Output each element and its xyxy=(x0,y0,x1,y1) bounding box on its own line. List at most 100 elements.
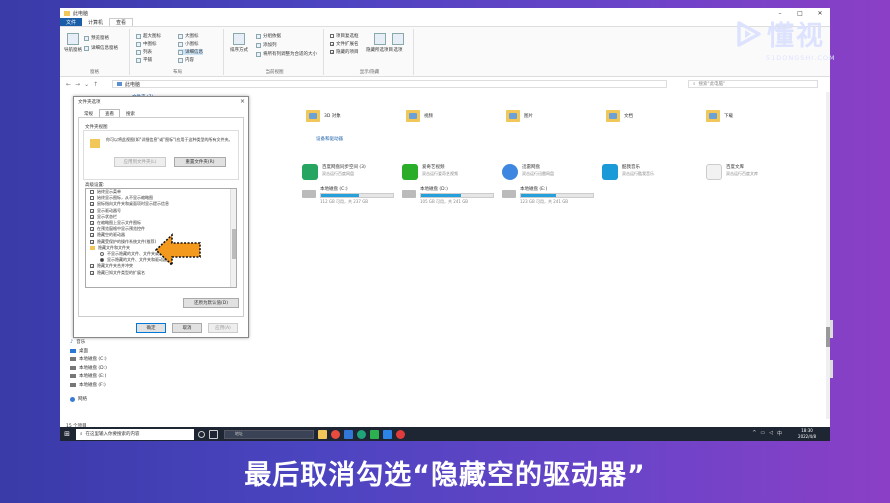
app-item[interactable]: 迅雷网盘 双击运行迅雷网盘 xyxy=(502,164,554,180)
nav-item-drive-c[interactable]: 本地磁盘 (C:) xyxy=(70,355,130,364)
layout-item[interactable]: 大图标 xyxy=(178,33,199,39)
layout-item[interactable]: 内容 xyxy=(178,57,194,63)
layout-item[interactable]: 小图标 xyxy=(178,41,199,47)
item-checkboxes-toggle[interactable]: 项目复选框 xyxy=(330,33,359,39)
ok-button[interactable]: 确定 xyxy=(136,323,166,333)
screen: 此电脑 – □ ✕ 文件 计算机 查看 导航窗格 预览窗格 详细信息窗格 窗格 … xyxy=(60,8,830,441)
layout-item[interactable]: 平铺 xyxy=(136,57,152,63)
drive-usage-bar xyxy=(320,193,394,198)
ribbon: 导航窗格 预览窗格 详细信息窗格 窗格 超大图标 大图标 中图标 小图标 列表 … xyxy=(60,27,830,77)
app-item[interactable]: 酷我音乐 双击运行酷我音乐 xyxy=(602,164,654,180)
video-folder-icon xyxy=(406,110,420,122)
drive-item[interactable]: 本地磁盘 (C:) 112 GB 可用，共 237 GB xyxy=(302,186,394,205)
drive-usage-fill xyxy=(321,194,360,197)
nav-item-drive-e[interactable]: 本地磁盘 (E:) xyxy=(70,372,130,381)
scrollbar-thumb[interactable] xyxy=(232,229,236,259)
folder-icon xyxy=(90,139,100,148)
layout-item[interactable]: 中图标 xyxy=(136,41,157,47)
ime-indicator[interactable]: 中 xyxy=(777,430,782,437)
checkbox-checked-icon: ✓ xyxy=(90,214,95,220)
file-explorer-icon[interactable] xyxy=(318,429,327,439)
documents-folder-icon xyxy=(606,110,620,122)
medium-icons-icon xyxy=(136,41,141,47)
restore-defaults-button[interactable]: 还原为默认值(D) xyxy=(183,298,239,308)
nav-item-drive-d[interactable]: 本地磁盘 (D:) xyxy=(70,364,130,373)
windows-start-icon[interactable]: ⊞ xyxy=(60,427,74,441)
taskbar-address-input[interactable]: 地址 xyxy=(224,429,314,439)
brand-logo: 懂视 51DONGSHI.COM xyxy=(736,14,836,62)
tab-file[interactable]: 文件 xyxy=(60,18,83,26)
pointer-arrow-icon xyxy=(154,233,201,267)
cancel-button[interactable]: 取消 xyxy=(172,323,202,333)
ribbon-group-show-hide: 项目复选框 ✓ 文件扩展名 ✓ 隐藏的项目 隐藏所选项目 选项 显示/隐藏 xyxy=(326,29,414,75)
app-icon[interactable] xyxy=(344,429,353,439)
dialog-close-icon[interactable]: × xyxy=(240,98,245,105)
chevron-up-icon[interactable]: ^ xyxy=(752,430,756,437)
folder-item[interactable]: 下载 xyxy=(706,110,733,122)
app-icon[interactable] xyxy=(331,429,340,439)
preview-pane-icon xyxy=(84,35,89,41)
group-by-button[interactable]: 分组依据 xyxy=(256,33,281,39)
folder-item[interactable]: 文档 xyxy=(606,110,633,122)
up-arrow-icon[interactable]: ↑ xyxy=(93,81,98,88)
taskbar-search-input[interactable]: ⌕ 在这里输入你要搜索的内容 xyxy=(76,428,194,440)
record-icon[interactable] xyxy=(396,429,405,439)
add-columns-button[interactable]: 添加列 xyxy=(256,42,277,48)
forward-arrow-icon[interactable]: → xyxy=(75,81,80,88)
drive-item[interactable]: 本地磁盘 (E:) 123 GB 可用，共 241 GB xyxy=(502,186,594,205)
nav-pane-button[interactable]: 导航窗格 xyxy=(64,33,82,53)
checkbox-icon xyxy=(90,196,94,201)
pictures-folder-icon xyxy=(506,110,520,122)
folder-icon xyxy=(306,110,320,122)
edge-icon[interactable] xyxy=(357,429,366,439)
cortana-icon[interactable] xyxy=(198,430,205,438)
task-view-icon[interactable] xyxy=(209,429,218,439)
fit-columns-button[interactable]: 将所有列调整为合适的大小 xyxy=(256,51,317,57)
tab-computer[interactable]: 计算机 xyxy=(82,18,109,26)
folder-item[interactable]: 图片 xyxy=(506,110,533,122)
drive-icon xyxy=(70,365,76,370)
options-button[interactable]: 选项 xyxy=(392,33,404,53)
layout-item[interactable]: 列表 xyxy=(136,49,152,55)
tiles-icon xyxy=(136,57,141,63)
hide-selected-button[interactable]: 隐藏所选项目 xyxy=(366,33,393,53)
tab-view[interactable]: 查看 xyxy=(109,18,134,26)
volume-icon[interactable]: ◁ xyxy=(769,430,773,437)
app-icon[interactable] xyxy=(383,429,392,439)
file-ext-toggle[interactable]: ✓ 文件扩展名 xyxy=(330,41,359,47)
reset-folders-button[interactable]: 重置文件夹(R) xyxy=(174,157,226,167)
app-item[interactable]: 百度网盘同步空间 (3) 双击运行百度网盘 xyxy=(302,164,366,180)
folder-item[interactable]: 视频 xyxy=(406,110,433,122)
drive-icon xyxy=(70,382,76,387)
search-input[interactable]: ⌕ 搜索"此电脑" xyxy=(688,80,818,88)
app-item[interactable]: 爱奇艺视频 双击运行爱奇艺视频 xyxy=(402,164,458,180)
app-item[interactable]: 百度文库 双击运行百度文库 xyxy=(706,164,758,180)
advanced-list-scrollbar[interactable] xyxy=(230,189,236,287)
advanced-setting-item[interactable]: ✓ 隐藏已知文件类型的扩展名 xyxy=(86,269,236,275)
drive-item[interactable]: 本地磁盘 (D:) 105 GB 可用，共 241 GB xyxy=(402,186,494,205)
chevron-down-icon[interactable]: ⌄ xyxy=(84,81,89,88)
preview-pane-button[interactable]: 预览窗格 xyxy=(84,35,109,41)
large-icons-icon xyxy=(178,33,183,39)
layout-item[interactable]: 详细信息 xyxy=(178,49,203,55)
layout-item[interactable]: 超大图标 xyxy=(136,33,161,39)
apply-to-folders-button[interactable]: 应用到文件夹(L) xyxy=(114,157,166,167)
nav-item-drive-f[interactable]: 本地磁盘 (F:) xyxy=(70,381,130,390)
group-by-icon xyxy=(256,33,261,39)
address-path[interactable]: 此电脑 xyxy=(112,80,667,88)
sort-button[interactable]: 排序方式 xyxy=(230,33,248,53)
apply-button[interactable]: 应用(A) xyxy=(208,323,238,333)
folder-item[interactable]: 3D 对象 xyxy=(306,110,341,122)
nav-item-network[interactable]: 网络 xyxy=(70,395,130,404)
taskbar-clock[interactable]: 18:30 2022/4/8 xyxy=(798,428,816,439)
details-pane-button[interactable]: 详细信息窗格 xyxy=(84,45,118,51)
hidden-items-toggle[interactable]: ✓ 隐藏的项目 xyxy=(330,49,359,55)
back-arrow-icon[interactable]: ← xyxy=(66,81,71,88)
hide-selected-icon xyxy=(373,33,386,45)
nav-item-music[interactable]: ♪ 音乐 xyxy=(70,338,130,347)
search-icon: ⌕ xyxy=(80,432,83,437)
wechat-icon[interactable] xyxy=(370,429,379,439)
nav-item-desktop[interactable]: 桌面 xyxy=(70,347,130,356)
ribbon-group-pane: 导航窗格 预览窗格 详细信息窗格 窗格 xyxy=(60,29,130,75)
network-icon[interactable]: ▭ xyxy=(760,430,765,437)
